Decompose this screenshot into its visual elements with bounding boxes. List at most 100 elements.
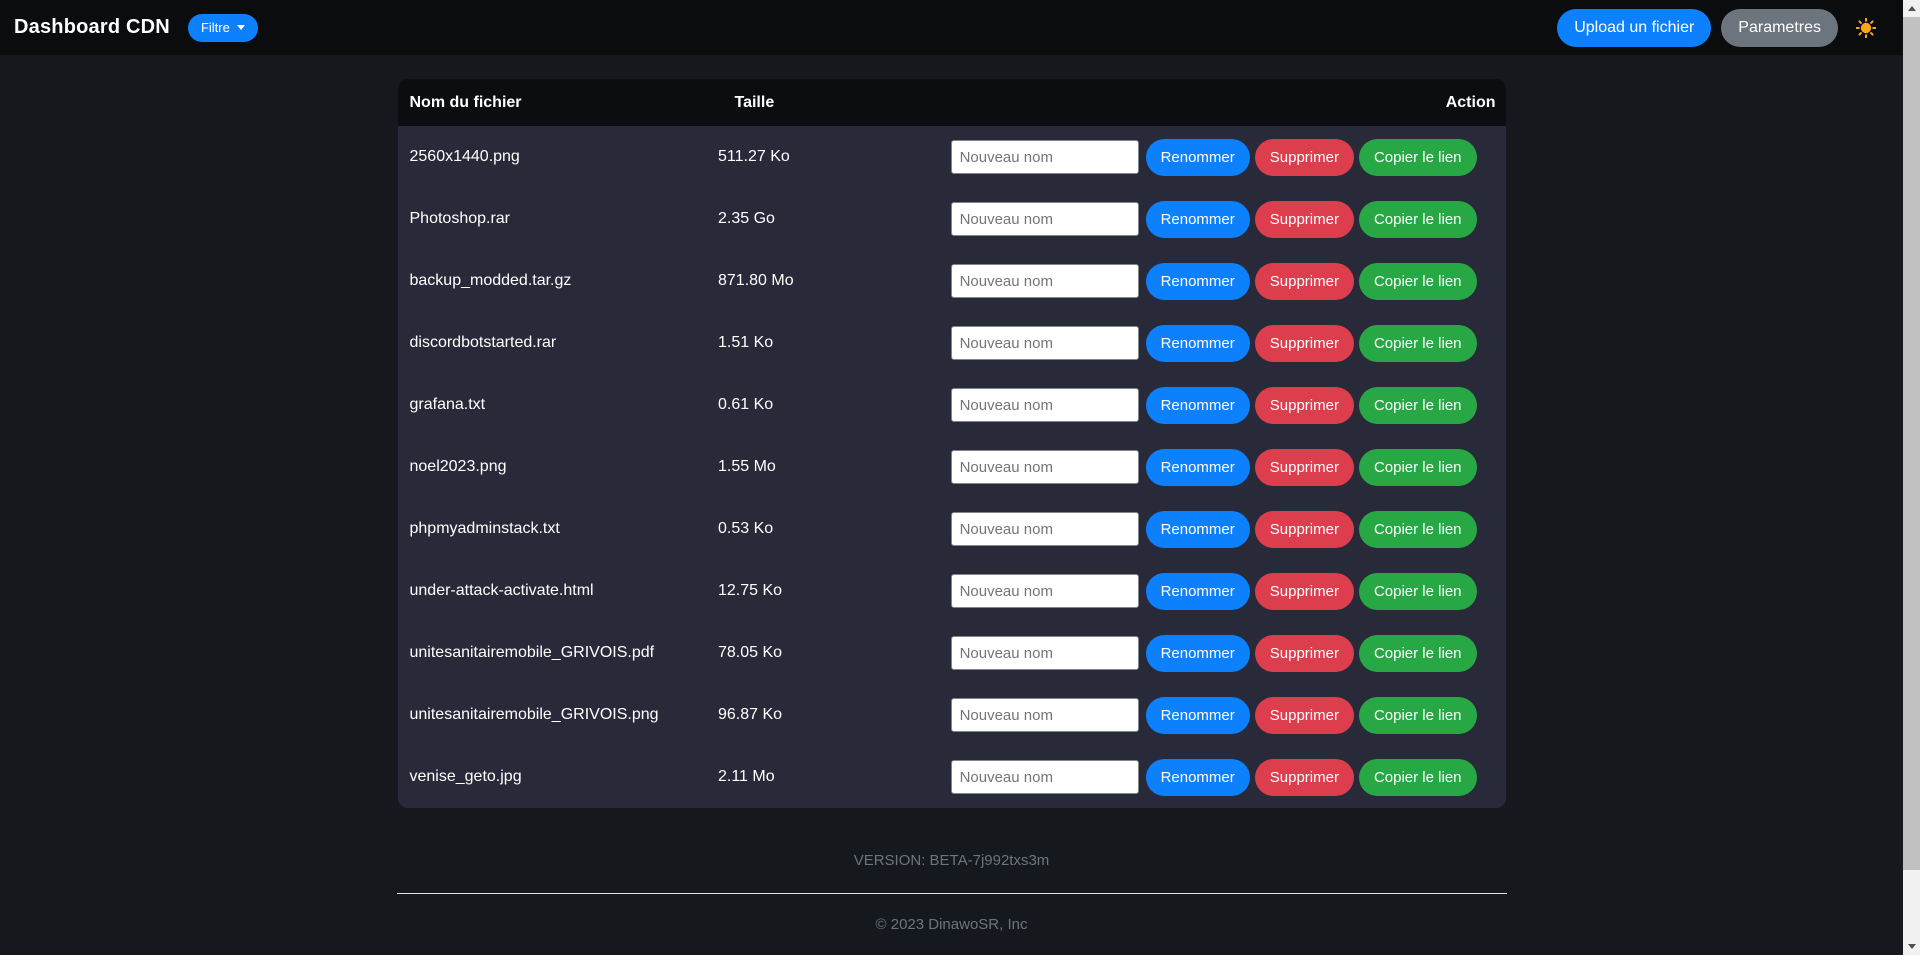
rename-button[interactable]: Renommer (1146, 511, 1250, 548)
rename-button[interactable]: Renommer (1146, 139, 1250, 176)
file-size: 511.27 Ko (718, 148, 951, 166)
file-name: under-attack-activate.html (398, 582, 719, 600)
row-actions: Renommer Supprimer Copier le lien (951, 449, 1506, 486)
rename-button[interactable]: Renommer (1146, 635, 1250, 672)
file-name: unitesanitairemobile_GRIVOIS.png (398, 706, 719, 724)
delete-button[interactable]: Supprimer (1255, 697, 1354, 734)
app-title: Dashboard CDN (14, 16, 170, 39)
header-file-size: Taille (735, 94, 980, 112)
file-size: 78.05 Ko (718, 644, 951, 662)
table-row: discordbotstarted.rar 1.51 Ko Renommer S… (398, 312, 1506, 374)
table-row: venise_geto.jpg 2.11 Mo Renommer Supprim… (398, 746, 1506, 808)
copy-link-button[interactable]: Copier le lien (1359, 325, 1477, 362)
chevron-down-icon (237, 25, 245, 30)
rename-button[interactable]: Renommer (1146, 759, 1250, 796)
navbar-actions: Upload un fichier Parametres (1557, 9, 1876, 47)
file-name: discordbotstarted.rar (398, 334, 719, 352)
file-name: backup_modded.tar.gz (398, 272, 719, 290)
row-actions: Renommer Supprimer Copier le lien (951, 387, 1506, 424)
table-row: unitesanitairemobile_GRIVOIS.png 96.87 K… (398, 684, 1506, 746)
table-row: backup_modded.tar.gz 871.80 Mo Renommer … (398, 250, 1506, 312)
copy-link-button[interactable]: Copier le lien (1359, 387, 1477, 424)
settings-button[interactable]: Parametres (1721, 9, 1838, 47)
file-size: 0.53 Ko (718, 520, 951, 538)
new-name-input[interactable] (951, 326, 1139, 360)
version-text: VERSION: BETA-7j992txs3m (0, 852, 1903, 869)
rename-button[interactable]: Renommer (1146, 201, 1250, 238)
row-actions: Renommer Supprimer Copier le lien (951, 635, 1506, 672)
copy-link-button[interactable]: Copier le lien (1359, 263, 1477, 300)
delete-button[interactable]: Supprimer (1255, 635, 1354, 672)
row-actions: Renommer Supprimer Copier le lien (951, 139, 1506, 176)
new-name-input[interactable] (951, 450, 1139, 484)
delete-button[interactable]: Supprimer (1255, 201, 1354, 238)
file-size: 871.80 Mo (718, 272, 951, 290)
new-name-input[interactable] (951, 574, 1139, 608)
delete-button[interactable]: Supprimer (1255, 387, 1354, 424)
copy-link-button[interactable]: Copier le lien (1359, 201, 1477, 238)
table-row: grafana.txt 0.61 Ko Renommer Supprimer C… (398, 374, 1506, 436)
new-name-input[interactable] (951, 140, 1139, 174)
copy-link-button[interactable]: Copier le lien (1359, 573, 1477, 610)
copy-link-button[interactable]: Copier le lien (1359, 697, 1477, 734)
row-actions: Renommer Supprimer Copier le lien (951, 263, 1506, 300)
rename-button[interactable]: Renommer (1146, 449, 1250, 486)
file-name: venise_geto.jpg (398, 768, 719, 786)
table-row: 2560x1440.png 511.27 Ko Renommer Supprim… (398, 126, 1506, 188)
row-actions: Renommer Supprimer Copier le lien (951, 201, 1506, 238)
copyright-text: © 2023 DinawoSR, Inc (0, 916, 1903, 933)
table-header-row: Nom du fichier Taille Action (398, 79, 1506, 126)
file-size: 2.35 Go (718, 210, 951, 228)
new-name-input[interactable] (951, 698, 1139, 732)
scrollbar-up-arrow[interactable] (1903, 0, 1920, 17)
copy-link-button[interactable]: Copier le lien (1359, 449, 1477, 486)
copy-link-button[interactable]: Copier le lien (1359, 139, 1477, 176)
delete-button[interactable]: Supprimer (1255, 511, 1354, 548)
new-name-input[interactable] (951, 636, 1139, 670)
table-row: noel2023.png 1.55 Mo Renommer Supprimer … (398, 436, 1506, 498)
file-size: 1.51 Ko (718, 334, 951, 352)
new-name-input[interactable] (951, 760, 1139, 794)
file-size: 96.87 Ko (718, 706, 951, 724)
copy-link-button[interactable]: Copier le lien (1359, 511, 1477, 548)
files-table: Nom du fichier Taille Action 2560x1440.p… (398, 79, 1506, 808)
rename-button[interactable]: Renommer (1146, 697, 1250, 734)
new-name-input[interactable] (951, 512, 1139, 546)
rename-button[interactable]: Renommer (1146, 387, 1250, 424)
theme-toggle-sun-icon[interactable] (1856, 18, 1876, 38)
file-size: 1.55 Mo (718, 458, 951, 476)
row-actions: Renommer Supprimer Copier le lien (951, 511, 1506, 548)
scrollbar-thumb[interactable] (1903, 17, 1920, 870)
file-name: phpmyadminstack.txt (398, 520, 719, 538)
file-name: unitesanitairemobile_GRIVOIS.pdf (398, 644, 719, 662)
new-name-input[interactable] (951, 202, 1139, 236)
delete-button[interactable]: Supprimer (1255, 263, 1354, 300)
table-body: 2560x1440.png 511.27 Ko Renommer Supprim… (398, 126, 1506, 808)
file-name: 2560x1440.png (398, 148, 719, 166)
delete-button[interactable]: Supprimer (1255, 325, 1354, 362)
filter-dropdown-label: Filtre (201, 20, 230, 35)
row-actions: Renommer Supprimer Copier le lien (951, 573, 1506, 610)
new-name-input[interactable] (951, 264, 1139, 298)
rename-button[interactable]: Renommer (1146, 573, 1250, 610)
rename-button[interactable]: Renommer (1146, 263, 1250, 300)
footer-divider (397, 893, 1507, 894)
delete-button[interactable]: Supprimer (1255, 449, 1354, 486)
copy-link-button[interactable]: Copier le lien (1359, 635, 1477, 672)
filter-dropdown-button[interactable]: Filtre (188, 14, 258, 42)
header-file-name: Nom du fichier (398, 94, 735, 112)
new-name-input[interactable] (951, 388, 1139, 422)
delete-button[interactable]: Supprimer (1255, 139, 1354, 176)
rename-button[interactable]: Renommer (1146, 325, 1250, 362)
triangle-up-icon (1908, 6, 1916, 11)
triangle-down-icon (1908, 944, 1916, 949)
upload-file-button[interactable]: Upload un fichier (1557, 9, 1711, 47)
delete-button[interactable]: Supprimer (1255, 573, 1354, 610)
scrollbar-down-arrow[interactable] (1903, 938, 1920, 955)
scrollbar[interactable] (1903, 0, 1920, 955)
file-size: 0.61 Ko (718, 396, 951, 414)
copy-link-button[interactable]: Copier le lien (1359, 759, 1477, 796)
file-size: 12.75 Ko (718, 582, 951, 600)
file-name: Photoshop.rar (398, 210, 719, 228)
delete-button[interactable]: Supprimer (1255, 759, 1354, 796)
